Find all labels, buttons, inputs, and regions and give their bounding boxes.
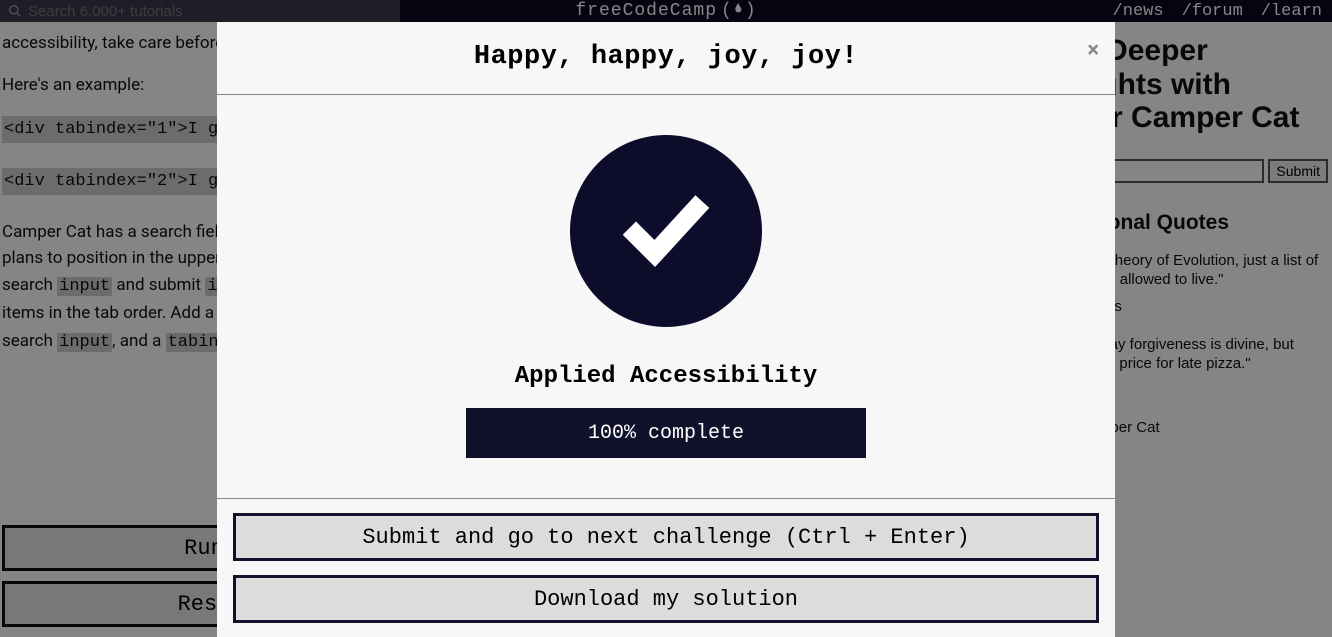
close-icon[interactable]: × [1087, 38, 1099, 63]
success-check-icon [570, 135, 762, 327]
progress-bar: 100% complete [466, 408, 866, 458]
modal-header: Happy, happy, joy, joy! × [217, 22, 1115, 95]
modal-category: Applied Accessibility [515, 363, 817, 390]
download-solution-button[interactable]: Download my solution [233, 575, 1099, 623]
submit-next-button[interactable]: Submit and go to next challenge (Ctrl + … [233, 513, 1099, 561]
modal-title: Happy, happy, joy, joy! [217, 42, 1115, 72]
completion-modal: Happy, happy, joy, joy! × Applied Access… [217, 22, 1115, 637]
